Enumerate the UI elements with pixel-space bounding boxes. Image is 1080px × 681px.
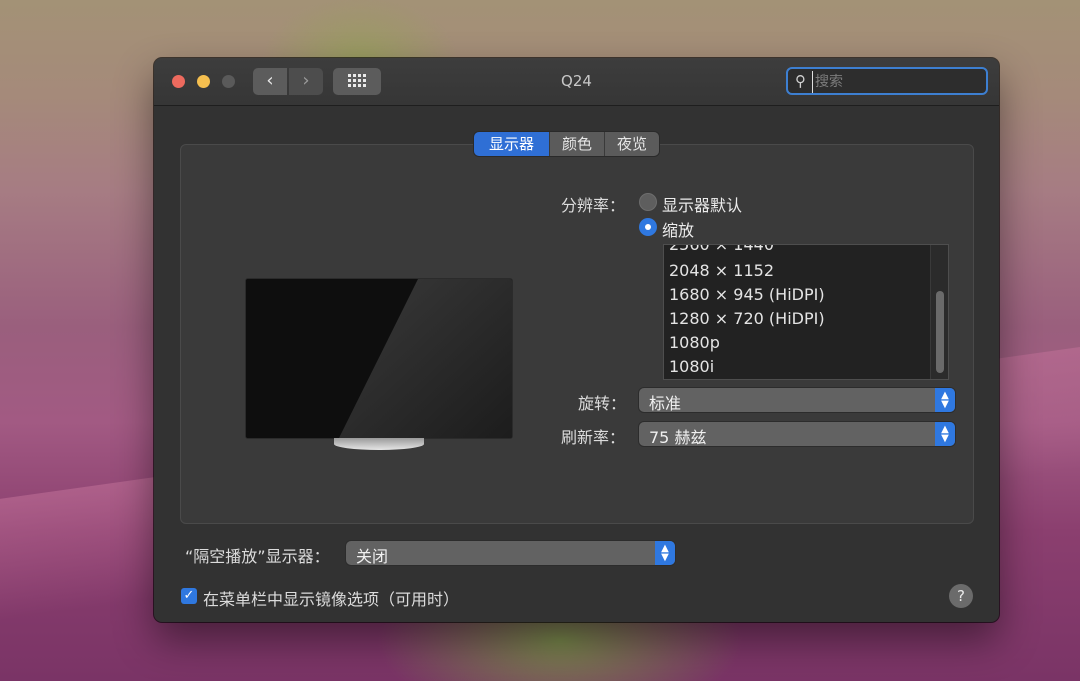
- resolution-scaled-radio[interactable]: [639, 218, 657, 236]
- rotation-select[interactable]: 标准 ▲ ▼: [639, 388, 955, 413]
- display-settings-panel: 分辨率： 显示器默认 缩放 2560 × 1440 2048 × 1152 16…: [180, 144, 974, 524]
- resolution-list[interactable]: 2560 × 1440 2048 × 1152 1680 × 945 (HiDP…: [663, 244, 949, 380]
- search-input[interactable]: [812, 71, 987, 93]
- resolution-scrollbar[interactable]: [930, 245, 948, 379]
- scrollbar-thumb[interactable]: [936, 291, 944, 373]
- search-icon: ⚲: [795, 72, 806, 90]
- airplay-label: “隔空播放”显示器：: [185, 547, 330, 566]
- rotation-label: 旋转：: [578, 394, 627, 413]
- help-button[interactable]: ?: [949, 584, 973, 608]
- tab-display[interactable]: 显示器: [474, 132, 550, 156]
- display-preview: [245, 278, 513, 439]
- refresh-rate-label: 刷新率：: [561, 428, 626, 447]
- tab-night-shift[interactable]: 夜览: [604, 132, 660, 156]
- resolution-default-label: 显示器默认: [662, 196, 743, 215]
- help-icon: ?: [957, 587, 965, 605]
- segmented-tabs: 显示器 颜色 夜览: [474, 132, 660, 156]
- tab-color[interactable]: 颜色: [549, 132, 605, 156]
- mirror-options-label: 在菜单栏中显示镜像选项（可用时）: [203, 590, 460, 609]
- updown-chevron-icon: ▲ ▼: [935, 388, 955, 412]
- updown-chevron-icon: ▲ ▼: [935, 422, 955, 446]
- rotation-value: 标准: [649, 394, 682, 413]
- resolution-item[interactable]: 1280 × 720 (HiDPI): [669, 309, 825, 328]
- resolution-item[interactable]: 2048 × 1152: [669, 261, 774, 280]
- resolution-scaled-label: 缩放: [662, 221, 695, 240]
- resolution-item[interactable]: 2560 × 1440: [669, 245, 774, 254]
- resolution-label: 分辨率：: [561, 196, 626, 215]
- resolution-item[interactable]: 1080p: [669, 333, 720, 352]
- search-field[interactable]: ⚲: [786, 67, 988, 95]
- airplay-value: 关闭: [356, 547, 389, 566]
- resolution-item[interactable]: 1680 × 945 (HiDPI): [669, 285, 825, 304]
- airplay-select[interactable]: 关闭 ▲ ▼: [346, 541, 675, 566]
- updown-chevron-icon: ▲ ▼: [655, 541, 675, 565]
- resolution-item[interactable]: 1080i: [669, 357, 714, 376]
- display-stand: [334, 438, 424, 450]
- mirror-options-checkbox[interactable]: ✓: [181, 588, 197, 604]
- checkmark-icon: ✓: [183, 588, 195, 603]
- preferences-window: ‹ › Q24 ⚲ 搜索 分辨率： 显示器默认 缩放 2560 × 1440 2…: [154, 58, 999, 622]
- resolution-default-radio[interactable]: [639, 193, 657, 211]
- refresh-rate-select[interactable]: 75 赫兹 ▲ ▼: [639, 422, 955, 447]
- title-bar: ‹ › Q24 ⚲: [154, 58, 999, 106]
- refresh-rate-value: 75 赫兹: [649, 428, 707, 447]
